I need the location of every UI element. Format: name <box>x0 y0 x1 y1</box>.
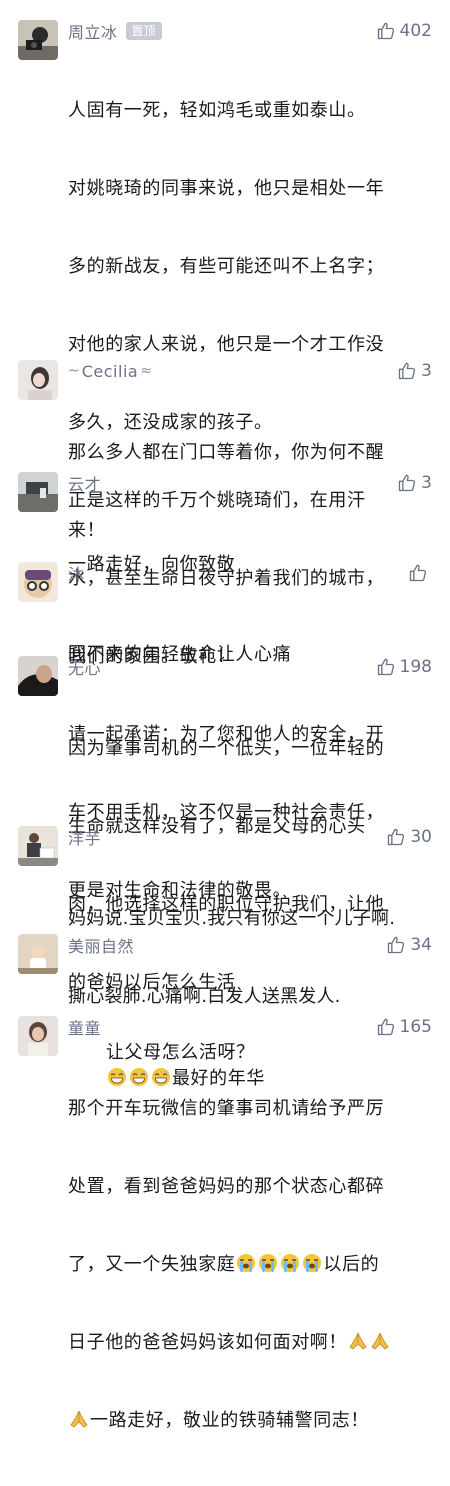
comment-text-segment: 了，又一个失独家庭 <box>68 1254 236 1275</box>
like-button[interactable] <box>408 562 432 584</box>
username[interactable]: 洋芋 <box>68 825 101 849</box>
username[interactable]: 美丽自然 <box>68 933 134 957</box>
username[interactable]: 无心 <box>68 655 101 679</box>
avatar[interactable] <box>18 562 58 602</box>
comment-line: 对姚晓琦的同事来说，他只是相处一年 <box>68 178 385 199</box>
thumbs-up-icon <box>376 657 396 677</box>
like-count: 30 <box>410 827 432 847</box>
avatar[interactable] <box>18 472 58 512</box>
comment-line: 因为肇事司机的一个低头，一位年轻的 <box>68 738 385 759</box>
like-button[interactable]: 30 <box>386 826 432 848</box>
comment-line: 妈妈说.宝贝宝贝.我只有你这一个儿子啊. <box>68 908 396 929</box>
comment-line: 一路走好，敬业的铁骑辅警同志！ <box>68 1408 432 1434</box>
username[interactable]: 周立冰 <box>68 19 118 43</box>
like-button[interactable]: 3 <box>397 472 432 494</box>
comment-line: 那么多人都在门口等着你，你为何不醒 <box>68 442 385 463</box>
like-button[interactable]: 34 <box>386 934 432 956</box>
username[interactable]: 云才 <box>68 471 101 495</box>
like-count: 165 <box>399 1017 432 1037</box>
thumbs-up-icon <box>397 473 417 493</box>
username[interactable]: Cecilia <box>82 362 138 381</box>
avatar[interactable] <box>18 656 58 696</box>
loudly-crying-emoji-icon <box>302 1253 322 1273</box>
comment-line: 多的新战友，有些可能还叫不上名字； <box>68 256 385 277</box>
comment-line: 处置，看到爸爸妈妈的那个状态心都碎 <box>68 1176 385 1197</box>
like-count: 3 <box>421 361 432 381</box>
thumbs-up-icon <box>376 1017 396 1037</box>
like-count: 198 <box>399 657 432 677</box>
thumbs-up-icon <box>397 361 417 381</box>
avatar[interactable] <box>18 826 58 866</box>
username[interactable]: 童童 <box>68 1015 101 1039</box>
comment-line: 了，又一个失独家庭 以后的 <box>68 1252 432 1278</box>
comment-text: 那个开车玩微信的肇事司机请给予严厉 处置，看到爸爸妈妈的那个状态心都碎 了，又一… <box>68 1044 432 1486</box>
like-count: 3 <box>421 473 432 493</box>
comment-item: 童童 165 那个开车玩微信的肇事司机请给予严厉 处置，看到爸爸妈妈的那个状态心… <box>0 1016 450 1486</box>
name-decoration-right-icon: ≈ <box>140 363 152 379</box>
comment-text-segment: 日子他的爸爸妈妈该如何面对啊！ <box>68 1332 347 1353</box>
like-button[interactable]: 165 <box>376 1016 432 1038</box>
loudly-crying-emoji-icon <box>236 1253 256 1273</box>
like-button[interactable]: 198 <box>376 656 432 678</box>
comment-text-segment: 一路走好，敬业的铁骑辅警同志！ <box>90 1410 369 1431</box>
loudly-crying-emoji-icon <box>258 1253 278 1273</box>
folded-hands-emoji-icon <box>370 1331 390 1351</box>
folded-hands-emoji-icon <box>69 1409 89 1429</box>
like-button[interactable]: 402 <box>376 20 432 42</box>
thumbs-up-icon <box>376 21 396 41</box>
like-button[interactable]: 3 <box>397 360 432 382</box>
comment-line: 对他的家人来说，他只是一个才工作没 <box>68 334 385 355</box>
thumbs-up-icon <box>386 827 406 847</box>
thumbs-up-icon <box>408 563 428 583</box>
avatar[interactable] <box>18 1016 58 1056</box>
comment-line: 那个开车玩微信的肇事司机请给予严厉 <box>68 1098 385 1119</box>
thumbs-up-icon <box>386 935 406 955</box>
like-count: 34 <box>410 935 432 955</box>
comment-line: 人固有一死，轻如鸿毛或重如泰山。 <box>68 100 366 121</box>
folded-hands-emoji-icon <box>348 1331 368 1351</box>
avatar[interactable] <box>18 20 58 60</box>
loudly-crying-emoji-icon <box>280 1253 300 1273</box>
pinned-badge: 置顶 <box>125 22 162 40</box>
avatar[interactable] <box>18 360 58 400</box>
like-count: 402 <box>399 21 432 41</box>
avatar[interactable] <box>18 934 58 974</box>
comment-line: 日子他的爸爸妈妈该如何面对啊！ <box>68 1330 432 1356</box>
name-decoration-left-icon: ~ <box>68 363 80 379</box>
username[interactable]: 沐 <box>68 561 85 585</box>
comment-text-segment: 以后的 <box>323 1254 380 1275</box>
